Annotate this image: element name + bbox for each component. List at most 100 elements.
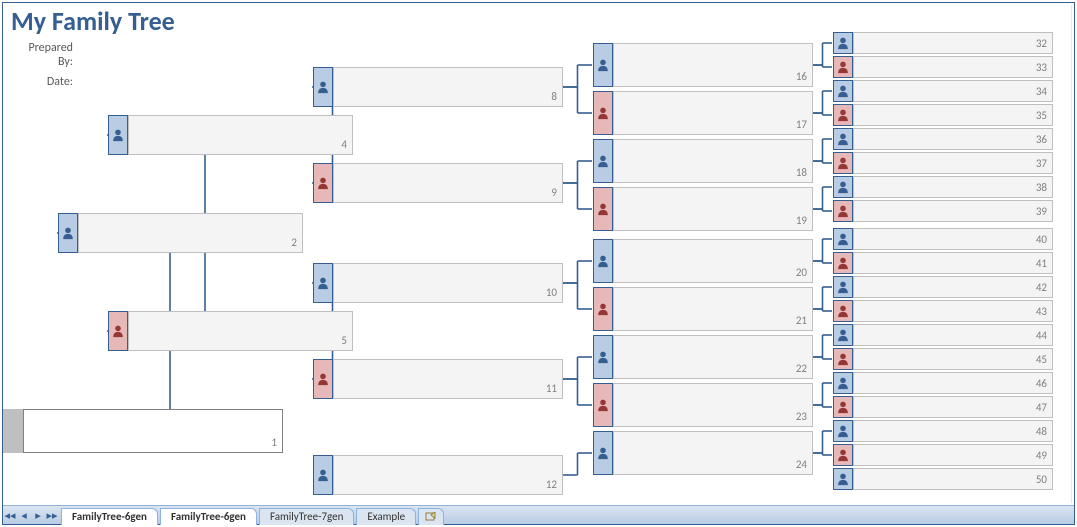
female-person-icon bbox=[313, 163, 333, 203]
male-person-icon bbox=[833, 420, 853, 442]
person-box-46[interactable]: 46 bbox=[853, 372, 1053, 394]
new-sheet-icon bbox=[425, 512, 437, 522]
tab-nav-first[interactable]: ◂◂ bbox=[3, 509, 17, 522]
person-box-49[interactable]: 49 bbox=[853, 444, 1053, 466]
female-person-icon bbox=[593, 383, 613, 427]
person-box-2[interactable]: 2 bbox=[78, 213, 303, 253]
person-box-40[interactable]: 40 bbox=[853, 228, 1053, 250]
person-box-21[interactable]: 21 bbox=[613, 287, 813, 331]
person-box-9[interactable]: 9 bbox=[333, 163, 563, 203]
person-number: 49 bbox=[1036, 449, 1047, 462]
person-number: 39 bbox=[1036, 205, 1047, 218]
male-person-icon bbox=[833, 80, 853, 102]
person-number: 43 bbox=[1036, 305, 1047, 318]
person-box-4[interactable]: 4 bbox=[128, 115, 353, 155]
person-box-41[interactable]: 41 bbox=[853, 252, 1053, 274]
person-box-20[interactable]: 20 bbox=[613, 239, 813, 283]
person-number: 11 bbox=[546, 382, 557, 395]
person-box-19[interactable]: 19 bbox=[613, 187, 813, 231]
person-number: 10 bbox=[546, 286, 557, 299]
person-number: 34 bbox=[1036, 85, 1047, 98]
female-person-icon bbox=[833, 300, 853, 322]
tab-nav-next[interactable]: ▸ bbox=[31, 509, 45, 522]
person-number: 21 bbox=[796, 314, 807, 327]
person-box-1[interactable]: 1 bbox=[23, 409, 283, 453]
female-person-icon bbox=[833, 200, 853, 222]
person-box-44[interactable]: 44 bbox=[853, 324, 1053, 346]
root-marker bbox=[3, 409, 23, 453]
person-number: 46 bbox=[1036, 377, 1047, 390]
male-person-icon bbox=[593, 139, 613, 183]
person-box-48[interactable]: 48 bbox=[853, 420, 1053, 442]
person-number: 38 bbox=[1036, 181, 1047, 194]
person-number: 19 bbox=[796, 214, 807, 227]
person-box-10[interactable]: 10 bbox=[333, 263, 563, 303]
female-person-icon bbox=[313, 359, 333, 399]
person-box-8[interactable]: 8 bbox=[333, 67, 563, 107]
sheet-tabs: ◂◂ ◂ ▸ ▸▸ FamilyTree-6gen FamilyTree-6ge… bbox=[3, 505, 1074, 524]
female-person-icon bbox=[833, 444, 853, 466]
person-box-33[interactable]: 33 bbox=[853, 56, 1053, 78]
male-person-icon bbox=[313, 455, 333, 495]
tab-nav-last[interactable]: ▸▸ bbox=[45, 509, 59, 522]
person-box-11[interactable]: 11 bbox=[333, 359, 563, 399]
person-box-17[interactable]: 17 bbox=[613, 91, 813, 135]
person-box-36[interactable]: 36 bbox=[853, 128, 1053, 150]
male-person-icon bbox=[593, 335, 613, 379]
tab-familytree-7gen[interactable]: FamilyTree-7gen bbox=[259, 508, 354, 525]
female-person-icon bbox=[593, 91, 613, 135]
person-number: 45 bbox=[1036, 353, 1047, 366]
person-number: 37 bbox=[1036, 157, 1047, 170]
person-box-35[interactable]: 35 bbox=[853, 104, 1053, 126]
person-number: 42 bbox=[1036, 281, 1047, 294]
person-number: 24 bbox=[796, 458, 807, 471]
person-box-5[interactable]: 5 bbox=[128, 311, 353, 351]
male-person-icon bbox=[313, 67, 333, 107]
person-box-16[interactable]: 16 bbox=[613, 43, 813, 87]
person-number: 18 bbox=[796, 166, 807, 179]
person-number: 50 bbox=[1036, 473, 1047, 486]
tab-familytree-6gen[interactable]: FamilyTree-6gen bbox=[160, 508, 257, 525]
person-number: 36 bbox=[1036, 133, 1047, 146]
tab-familytree-6gen[interactable]: FamilyTree-6gen bbox=[61, 508, 158, 525]
male-person-icon bbox=[833, 176, 853, 198]
male-person-icon bbox=[833, 32, 853, 54]
female-person-icon bbox=[833, 152, 853, 174]
person-box-43[interactable]: 43 bbox=[853, 300, 1053, 322]
person-number: 5 bbox=[341, 334, 347, 347]
person-box-32[interactable]: 32 bbox=[853, 32, 1053, 54]
person-number: 16 bbox=[796, 70, 807, 83]
person-number: 20 bbox=[796, 266, 807, 279]
person-box-23[interactable]: 23 bbox=[613, 383, 813, 427]
person-box-37[interactable]: 37 bbox=[853, 152, 1053, 174]
person-number: 22 bbox=[796, 362, 807, 375]
person-number: 33 bbox=[1036, 61, 1047, 74]
person-number: 44 bbox=[1036, 329, 1047, 342]
person-number: 47 bbox=[1036, 401, 1047, 414]
person-box-47[interactable]: 47 bbox=[853, 396, 1053, 418]
person-number: 35 bbox=[1036, 109, 1047, 122]
person-number: 1 bbox=[271, 436, 277, 449]
person-box-22[interactable]: 22 bbox=[613, 335, 813, 379]
person-box-34[interactable]: 34 bbox=[853, 80, 1053, 102]
tab-new[interactable] bbox=[418, 508, 444, 525]
female-person-icon bbox=[833, 56, 853, 78]
person-box-45[interactable]: 45 bbox=[853, 348, 1053, 370]
person-box-24[interactable]: 24 bbox=[613, 431, 813, 475]
male-person-icon bbox=[833, 128, 853, 150]
male-person-icon bbox=[108, 115, 128, 155]
male-person-icon bbox=[313, 263, 333, 303]
person-box-50[interactable]: 50 bbox=[853, 468, 1053, 490]
person-box-38[interactable]: 38 bbox=[853, 176, 1053, 198]
person-number: 2 bbox=[291, 236, 297, 249]
person-box-18[interactable]: 18 bbox=[613, 139, 813, 183]
person-box-12[interactable]: 12 bbox=[333, 455, 563, 495]
male-person-icon bbox=[593, 239, 613, 283]
person-number: 12 bbox=[546, 478, 557, 491]
person-number: 4 bbox=[341, 138, 347, 151]
person-box-39[interactable]: 39 bbox=[853, 200, 1053, 222]
tab-nav-prev[interactable]: ◂ bbox=[17, 509, 31, 522]
tab-example[interactable]: Example bbox=[356, 508, 416, 525]
person-box-42[interactable]: 42 bbox=[853, 276, 1053, 298]
person-number: 9 bbox=[551, 186, 557, 199]
